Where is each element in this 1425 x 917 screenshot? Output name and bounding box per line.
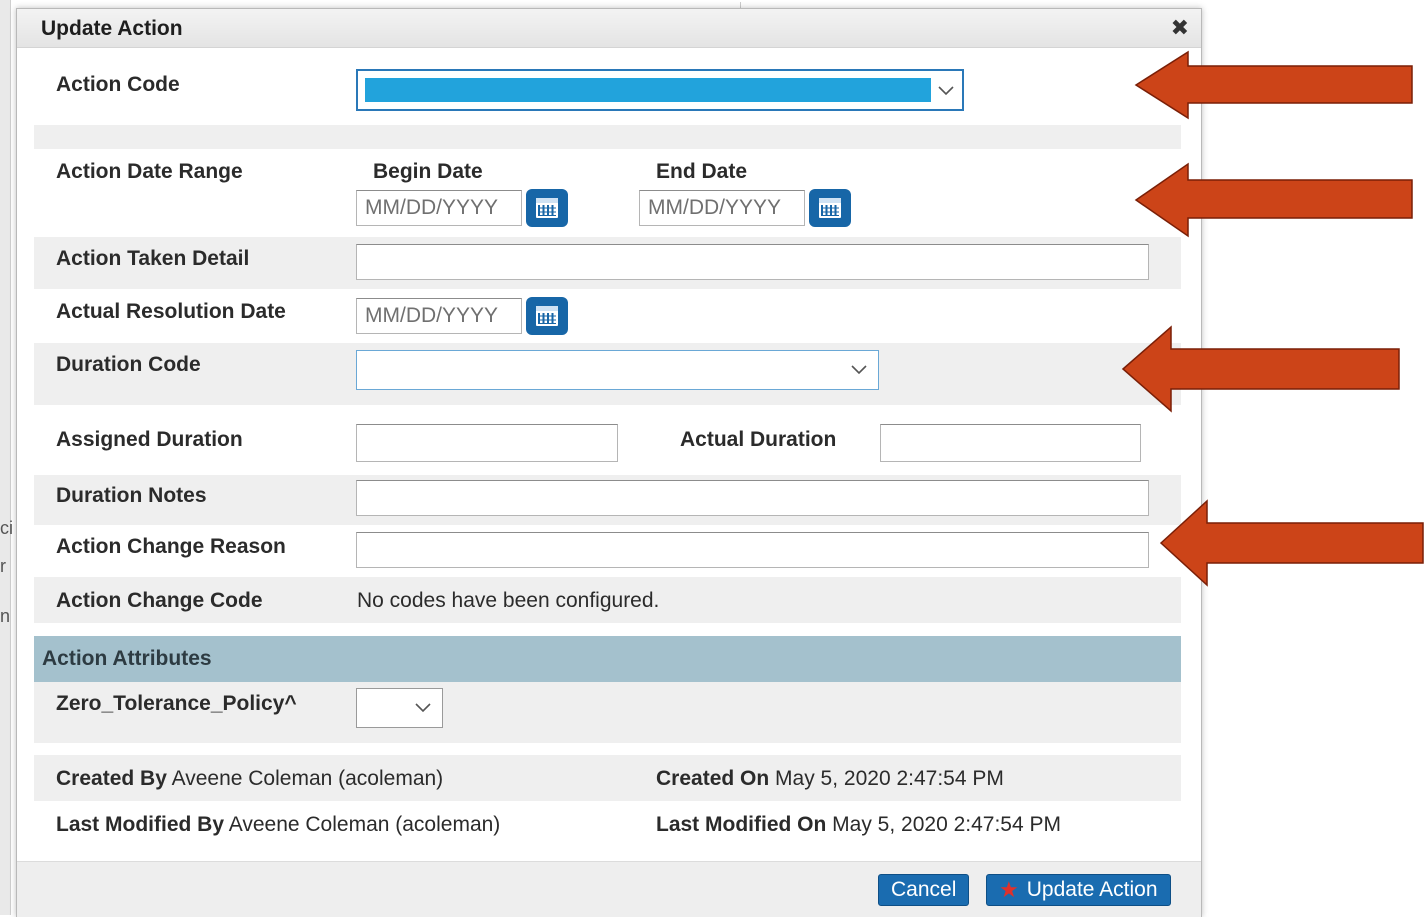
modified-by-label: Last Modified By — [56, 813, 225, 836]
duration-row: Assigned Duration Actual Duration — [34, 405, 1181, 475]
end-date-input[interactable] — [639, 190, 805, 226]
assigned-duration-label: Assigned Duration — [56, 428, 243, 451]
arrow-left-icon — [1121, 325, 1400, 413]
modified-by: Last Modified By Aveene Coleman (acolema… — [56, 813, 500, 837]
spacer-row — [34, 125, 1181, 149]
action-date-range-row: Action Date Range Begin Date End Date — [34, 149, 1181, 237]
assigned-duration-input[interactable] — [356, 424, 618, 462]
modified-by-value: Aveene Coleman (acoleman) — [228, 813, 501, 836]
duration-notes-label: Duration Notes — [56, 484, 207, 507]
created-by-label: Created By — [56, 767, 167, 790]
chevron-down-icon — [847, 357, 871, 381]
arrow-left-icon — [1134, 162, 1413, 238]
background-sidebar — [0, 0, 11, 915]
action-attributes-title: Action Attributes — [42, 647, 212, 670]
end-date-label: End Date — [656, 160, 748, 183]
modified-on-value: May 5, 2020 2:47:54 PM — [832, 813, 1061, 836]
actual-resolution-date-label: Actual Resolution Date — [56, 300, 286, 323]
action-change-reason-label: Action Change Reason — [56, 535, 286, 558]
calendar-icon[interactable] — [526, 189, 568, 227]
chevron-down-icon — [934, 78, 958, 102]
action-change-reason-row: Action Change Reason — [34, 525, 1181, 577]
created-on: Created On May 5, 2020 2:47:54 PM — [656, 767, 1004, 791]
zero-tolerance-row: Zero_Tolerance_Policy^ — [34, 682, 1181, 743]
dialog-footer: Cancel ★ Update Action — [17, 861, 1201, 917]
modified-on: Last Modified On May 5, 2020 2:47:54 PM — [656, 813, 1061, 837]
calendar-icon[interactable] — [809, 189, 851, 227]
close-icon[interactable]: ✖ — [1171, 17, 1189, 39]
modified-row: Last Modified By Aveene Coleman (acolema… — [34, 801, 1181, 849]
action-taken-detail-label: Action Taken Detail — [56, 247, 250, 270]
action-code-selected-value — [365, 78, 931, 102]
arrow-left-icon — [1134, 50, 1413, 120]
zero-tolerance-select[interactable] — [356, 688, 443, 728]
calendar-icon[interactable] — [526, 297, 568, 335]
begin-date-input[interactable] — [356, 190, 522, 226]
update-action-label: Update Action — [1026, 878, 1158, 901]
actual-duration-label: Actual Duration — [680, 428, 837, 451]
background-text-fragment: r — [0, 556, 6, 576]
arrow-left-icon — [1159, 499, 1424, 587]
duration-code-select[interactable] — [356, 350, 879, 390]
background-text-fragment: ci — [0, 518, 13, 538]
created-on-label: Created On — [656, 767, 770, 790]
chevron-down-icon — [411, 695, 435, 719]
action-taken-detail-input[interactable] — [356, 244, 1149, 280]
created-on-value: May 5, 2020 2:47:54 PM — [775, 767, 1004, 790]
created-by: Created By Aveene Coleman (acoleman) — [56, 767, 443, 791]
action-change-code-label: Action Change Code — [56, 589, 263, 612]
actual-resolution-date-input[interactable] — [356, 298, 522, 334]
zero-tolerance-label: Zero_Tolerance_Policy^ — [56, 692, 297, 715]
modified-on-label: Last Modified On — [656, 813, 827, 836]
action-change-code-row: Action Change Code No codes have been co… — [34, 577, 1181, 623]
created-by-value: Aveene Coleman (acoleman) — [171, 767, 444, 790]
action-change-code-value: No codes have been configured. — [357, 589, 660, 612]
action-attributes-header: Action Attributes — [34, 636, 1181, 682]
cancel-button[interactable]: Cancel — [878, 874, 970, 906]
dialog-title: Update Action — [41, 17, 183, 40]
action-code-row: Action Code — [34, 49, 1181, 125]
action-taken-detail-row: Action Taken Detail — [34, 237, 1181, 289]
action-code-label: Action Code — [56, 73, 180, 96]
update-action-button[interactable]: ★ Update Action — [986, 874, 1171, 906]
created-row: Created By Aveene Coleman (acoleman) Cre… — [34, 755, 1181, 801]
actual-resolution-date-row: Actual Resolution Date — [34, 289, 1181, 343]
action-date-range-label: Action Date Range — [56, 160, 243, 183]
duration-notes-row: Duration Notes — [34, 475, 1181, 525]
action-change-reason-input[interactable] — [356, 532, 1149, 568]
duration-code-row: Duration Code — [34, 343, 1181, 405]
update-action-dialog: Update Action ✖ Action Code Action Date … — [16, 8, 1202, 917]
begin-date-label: Begin Date — [373, 160, 483, 183]
star-icon: ★ — [999, 877, 1019, 902]
dialog-titlebar: Update Action ✖ — [17, 9, 1201, 48]
background-text-fragment: n — [0, 606, 11, 626]
actual-duration-input[interactable] — [880, 424, 1141, 462]
action-code-select[interactable] — [356, 69, 964, 111]
duration-code-label: Duration Code — [56, 353, 201, 376]
duration-notes-input[interactable] — [356, 480, 1149, 516]
